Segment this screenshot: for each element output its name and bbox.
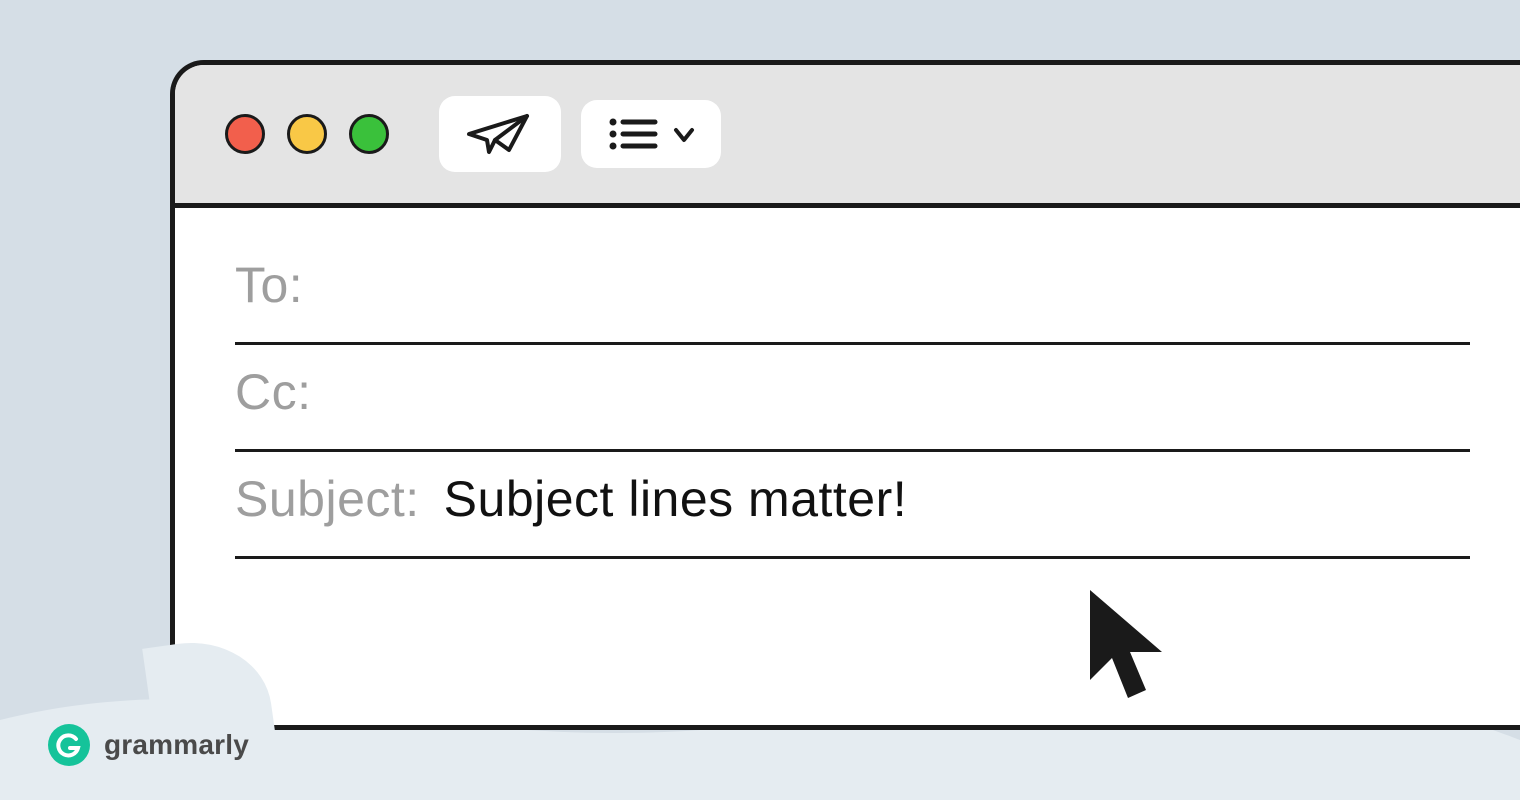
send-button[interactable] [439,96,561,172]
minimize-button[interactable] [287,114,327,154]
cc-label: Cc: [235,363,312,421]
titlebar [175,65,1520,208]
compose-window: To: Cc: Subject: Subject lines matter! [170,60,1520,730]
close-button[interactable] [225,114,265,154]
subject-field[interactable]: Subject: Subject lines matter! [235,452,1470,559]
to-field[interactable]: To: [235,238,1470,345]
brand-name: grammarly [104,729,249,761]
canvas: To: Cc: Subject: Subject lines matter! [0,0,1520,800]
cursor-icon [1070,580,1180,715]
chevron-down-icon [673,114,695,154]
list-icon [607,114,659,154]
cc-field[interactable]: Cc: [235,345,1470,452]
zoom-button[interactable] [349,114,389,154]
traffic-lights [225,114,389,154]
subject-label: Subject: [235,470,420,528]
subject-value: Subject lines matter! [444,470,907,528]
to-label: To: [235,256,303,314]
format-dropdown[interactable] [581,100,721,168]
header-fields: To: Cc: Subject: Subject lines matter! [175,208,1520,559]
brand: grammarly [48,724,249,766]
brand-badge-icon [48,724,90,766]
paper-plane-icon [465,110,535,158]
